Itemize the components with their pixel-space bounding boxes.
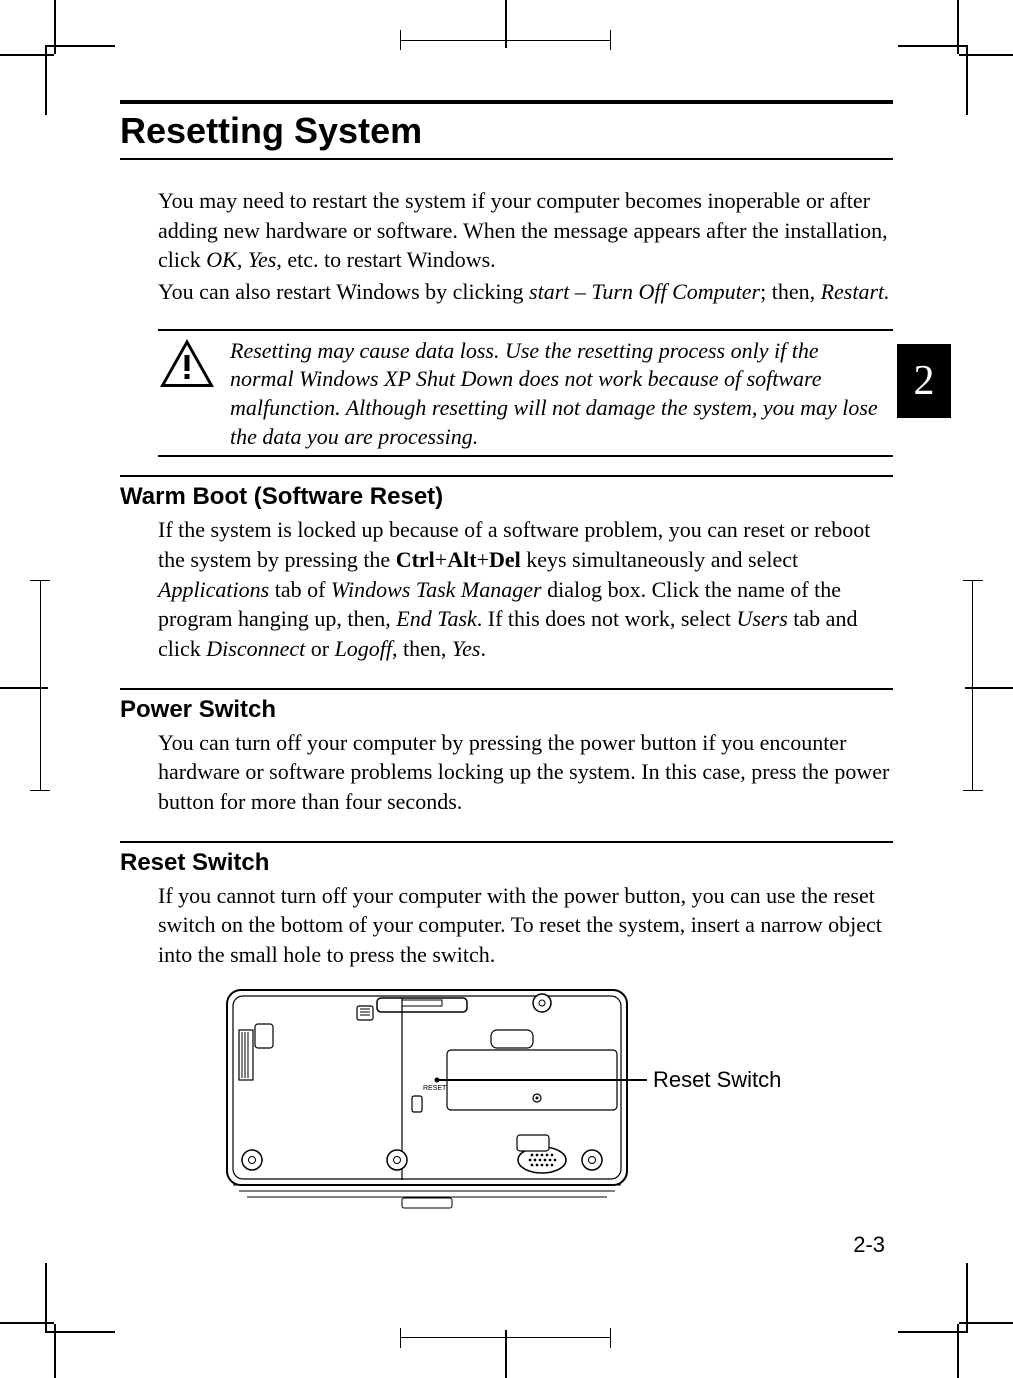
cropmark [400, 1328, 401, 1348]
text-italic: Users [736, 606, 787, 631]
text: + [435, 547, 447, 572]
reset-switch-body: If you cannot turn off your computer wit… [158, 881, 893, 970]
text: . If this does not work, select [477, 606, 737, 631]
text-italic: Logoff [335, 636, 392, 661]
cropmark [40, 580, 41, 790]
chapter-number: 2 [914, 357, 935, 405]
text: tab of [269, 577, 331, 602]
warm-boot-body: If the system is locked up because of a … [158, 515, 893, 663]
cropmark [30, 790, 50, 791]
cropmark [400, 30, 401, 50]
cropmark [972, 580, 973, 790]
text-bold: Ctrl [396, 547, 435, 572]
intro-paragraph-2: You can also restart Windows by clicking… [158, 277, 893, 307]
text-italic: Disconnect [206, 636, 305, 661]
cropmark [898, 45, 968, 115]
text-bold: Alt [447, 547, 476, 572]
section-heading-warm-boot: Warm Boot (Software Reset) [120, 475, 893, 511]
text-italic: Windows Task Manager [331, 577, 542, 602]
content-area: Resetting System You may need to restart… [120, 100, 893, 1268]
section-heading-power-switch: Power Switch [120, 688, 893, 724]
page: 2 Resetting System You may need to resta… [0, 0, 1013, 1378]
page-number: 2-3 [853, 1232, 885, 1258]
text-italic: Restart. [821, 279, 890, 304]
cropmark [963, 790, 983, 791]
text: ; then, [760, 279, 821, 304]
cropmark [898, 1263, 968, 1333]
power-switch-body: You can turn off your computer by pressi… [158, 728, 893, 817]
section-heading-reset-switch: Reset Switch [120, 841, 893, 877]
cropmark [400, 1337, 610, 1338]
intro-body: You may need to restart the system if yo… [158, 186, 893, 457]
text-bold: Del [489, 547, 521, 572]
warning-note: Resetting may cause data loss. Use the r… [158, 329, 893, 457]
heading-rule [120, 100, 893, 104]
cropmark [45, 1263, 115, 1333]
cropmark [963, 580, 983, 581]
reset-tiny-label: RESET [423, 1085, 447, 1092]
text: keys simultaneously and select [521, 547, 798, 572]
warning-icon [158, 337, 216, 389]
text-italic: Yes [452, 636, 481, 661]
intro-paragraph-1: You may need to restart the system if yo… [158, 186, 893, 275]
text-italic: Applications [158, 577, 269, 602]
text: , etc. to restart Windows. [276, 247, 495, 272]
text: or [305, 636, 334, 661]
text-italic: OK [206, 247, 237, 272]
page-title: Resetting System [120, 106, 893, 160]
text-italic: End Task [396, 606, 476, 631]
text-italic: Yes [248, 247, 277, 272]
cropmark [610, 30, 611, 50]
text: + [477, 547, 489, 572]
chapter-tab: 2 [897, 344, 951, 418]
text-italic: start – Turn Off Computer [529, 279, 760, 304]
cropmark [400, 40, 610, 41]
laptop-bottom-diagram: RESET Reset Switch [120, 980, 893, 1225]
cropmark [30, 580, 50, 581]
text: , [237, 247, 248, 272]
cropmark [610, 1328, 611, 1348]
warning-text: Resetting may cause data loss. Use the r… [230, 337, 893, 451]
text: You can also restart Windows by clicking [158, 279, 529, 304]
text: , then, [392, 636, 452, 661]
reset-switch-callout: Reset Switch [653, 1067, 781, 1092]
text: . [480, 636, 486, 661]
cropmark [45, 45, 115, 115]
